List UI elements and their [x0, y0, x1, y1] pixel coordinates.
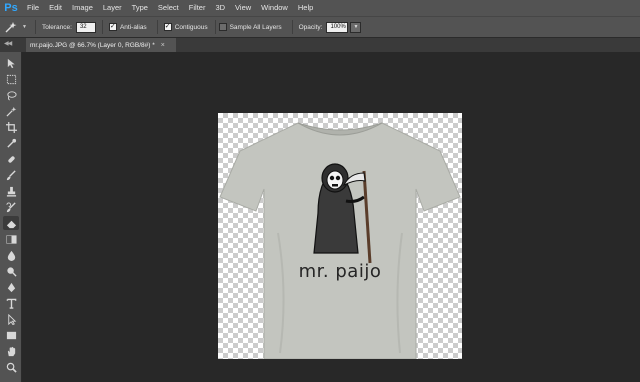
divider: [156, 20, 158, 34]
eraser-tool-icon[interactable]: [3, 216, 19, 230]
opacity-label: Opacity:: [298, 23, 323, 31]
divider: [291, 20, 293, 34]
tolerance-input[interactable]: 32: [75, 21, 96, 33]
magic-wand-tool-icon[interactable]: [3, 104, 19, 118]
pen-tool-icon[interactable]: [3, 280, 19, 294]
history-brush-tool-icon[interactable]: [3, 200, 19, 214]
tshirt-artwork: [219, 122, 461, 359]
opacity-input[interactable]: 100%: [326, 21, 349, 33]
menu-type[interactable]: Type: [127, 0, 153, 16]
zoom-tool-icon[interactable]: [3, 360, 19, 374]
checkmark-icon: ✓: [164, 23, 171, 30]
menu-view[interactable]: View: [230, 0, 256, 16]
divider: [214, 20, 216, 34]
document-tab[interactable]: mr.paijo.JPG @ 66.7% (Layer 0, RGB/8#) *…: [26, 38, 176, 52]
opacity-dropdown-button[interactable]: ▼: [350, 21, 362, 33]
anti-alias-checkbox[interactable]: ✓: [108, 23, 117, 31]
contiguous-checkbox[interactable]: ✓: [163, 23, 172, 31]
contiguous-label: Contiguous: [174, 23, 208, 31]
move-tool-icon[interactable]: [3, 56, 19, 70]
tool-preset-dropdown-icon[interactable]: ▼: [22, 24, 27, 30]
marquee-tool-icon[interactable]: [3, 72, 19, 86]
crop-tool-icon[interactable]: [3, 120, 19, 134]
anti-alias-label: Anti-alias: [119, 23, 147, 31]
divider: [101, 20, 103, 34]
menu-filter[interactable]: Filter: [184, 0, 211, 16]
menu-layer[interactable]: Layer: [98, 0, 127, 16]
menu-3d[interactable]: 3D: [210, 0, 230, 16]
hand-tool-icon[interactable]: [3, 344, 19, 358]
menu-help[interactable]: Help: [293, 0, 318, 16]
menu-image[interactable]: Image: [67, 0, 98, 16]
collapse-panel-icon[interactable]: ◀◀: [4, 40, 12, 47]
menu-bar: Ps File Edit Image Layer Type Select Fil…: [0, 0, 640, 16]
tshirt-text: mr. paijo: [298, 261, 382, 282]
sample-all-layers-checkbox[interactable]: [218, 23, 227, 31]
gradient-tool-icon[interactable]: [3, 232, 19, 246]
divider: [34, 20, 36, 34]
menu-edit[interactable]: Edit: [44, 0, 67, 16]
app-logo: Ps: [4, 2, 18, 14]
document-tab-title: mr.paijo.JPG @ 66.7% (Layer 0, RGB/8#) *: [30, 41, 155, 49]
menu-select[interactable]: Select: [153, 0, 184, 16]
path-selection-tool-icon[interactable]: [3, 312, 19, 326]
rectangle-tool-icon[interactable]: [3, 328, 19, 342]
brush-tool-icon[interactable]: [3, 168, 19, 182]
magic-wand-icon[interactable]: [4, 19, 22, 35]
blur-tool-icon[interactable]: [3, 248, 19, 262]
type-tool-icon[interactable]: [3, 296, 19, 310]
document-canvas[interactable]: mr. paijo: [218, 113, 462, 359]
options-bar: ▼ Tolerance: 32 ✓ Anti-alias ✓ Contiguou…: [0, 16, 640, 38]
close-icon[interactable]: ×: [161, 42, 165, 49]
sample-all-layers-label: Sample All Layers: [229, 23, 282, 31]
healing-brush-tool-icon[interactable]: [3, 152, 19, 166]
tools-panel: [0, 52, 22, 382]
menu-file[interactable]: File: [22, 0, 44, 16]
menu-window[interactable]: Window: [256, 0, 293, 16]
checkmark-icon: ✓: [110, 23, 116, 30]
tolerance-label: Tolerance:: [41, 23, 72, 31]
lasso-tool-icon[interactable]: [3, 88, 19, 102]
dodge-tool-icon[interactable]: [3, 264, 19, 278]
document-tab-bar: ◀◀ mr.paijo.JPG @ 66.7% (Layer 0, RGB/8#…: [0, 38, 640, 52]
eyedropper-tool-icon[interactable]: [3, 136, 19, 150]
chevron-down-icon: ▼: [353, 24, 359, 30]
clone-stamp-tool-icon[interactable]: [3, 184, 19, 198]
